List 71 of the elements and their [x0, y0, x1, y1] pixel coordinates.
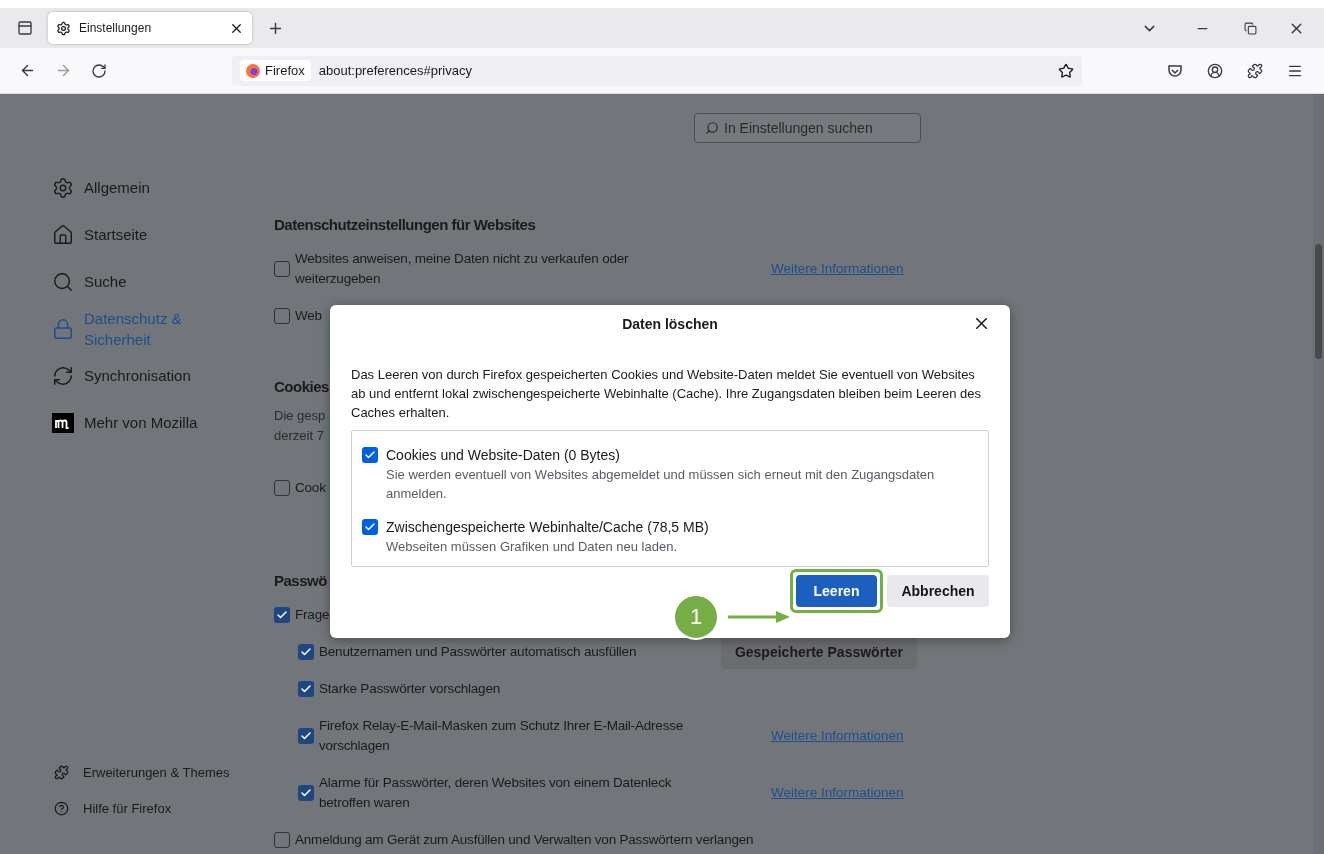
fox-logo-icon: [246, 63, 260, 78]
option-detail: Webseiten müssen Grafiken und Daten neu laden.: [386, 538, 678, 556]
option-label: Cookies und Website-Daten (0 Bytes): [386, 446, 621, 465]
checkbox-label: Alarme für Passwörter, deren Websites von einem Datenleck betroffen waren: [319, 775, 672, 810]
lock-icon: [52, 317, 74, 340]
sidebar-item[interactable]: Synchronisation: [24, 352, 250, 399]
gear-icon: [56, 20, 71, 36]
scrollbar[interactable]: [1313, 94, 1324, 854]
identity-badge[interactable]: Firefox: [240, 60, 311, 81]
checkbox[interactable]: [274, 607, 290, 623]
check-icon: [364, 521, 376, 533]
m-logo-icon: [52, 412, 74, 433]
checkbox[interactable]: [274, 832, 290, 848]
checkbox[interactable]: [274, 308, 290, 324]
checkbox-label: Anmeldung am Gerät zum Ausfüllen und Verwalten von Passwörtern verlangen: [295, 832, 754, 847]
sidebar-link[interactable]: Hilfe für Firefox: [24, 790, 250, 826]
checkbox-label: Firefox Relay-E-Mail-Masken zum Schutz Ihrer E-Mail-Adresse vorschlagen: [319, 718, 684, 753]
section-description: Die gesp derzeit 7: [274, 407, 326, 445]
gear-icon: [52, 176, 74, 199]
check-icon: [300, 787, 312, 799]
check-icon: [276, 609, 288, 621]
checkbox-label: Websites anweisen, meine Daten nicht zu verkaufen oder weiterzugeben: [295, 251, 629, 286]
arrow: [728, 611, 790, 623]
check-icon: [364, 449, 376, 461]
section-heading: Cookies: [274, 377, 329, 397]
section-heading: Datenschutzeinstellungen für Websites: [274, 215, 536, 235]
check-icon: [300, 646, 312, 658]
sidebar-item[interactable]: Startseite: [24, 211, 250, 258]
checkbox-label: Cook: [295, 480, 326, 495]
url-text: about:preferences#privacy: [318, 63, 473, 78]
help-icon: [54, 800, 69, 816]
pocket-icon[interactable]: [1167, 62, 1183, 79]
checkbox[interactable]: [298, 728, 314, 744]
checkbox[interactable]: [298, 681, 314, 697]
checkbox-label: Web: [295, 308, 322, 323]
sidebar-item[interactable]: Suche: [24, 258, 250, 305]
sync-icon: [52, 364, 74, 387]
section-heading: Passwö: [274, 571, 327, 591]
checkbox[interactable]: [298, 785, 314, 801]
checkbox[interactable]: [362, 447, 378, 463]
dialog-title: Daten löschen: [622, 316, 718, 332]
house-icon: [52, 223, 74, 246]
checkbox-label: Benutzernamen und Passwörter automatisch ausfüllen: [319, 644, 637, 659]
sidebar-item[interactable]: Mehr von Mozilla: [24, 399, 250, 446]
dialog-description: Das Leeren von durch Firefox gespeicherten Cookies und Website-Daten meldet Sie eventuell von Websites ab und entfernt lokal zwischengespeicherte Webinhalte (Cache). Ihre Zugangsdaten bleiben beim Leeren des Caches erhalten.: [351, 366, 982, 422]
checkbox[interactable]: [274, 480, 290, 496]
search-field[interactable]: In Einstellungen suchen: [694, 113, 921, 143]
cancel-button[interactable]: Abbrechen: [887, 575, 989, 607]
puzzle-icon: [54, 764, 69, 780]
checkbox[interactable]: [362, 519, 378, 535]
sidebar-link[interactable]: Erweiterungen & Themes: [24, 754, 250, 790]
option-label: Zwischengespeicherte Webinhalte/Cache (78,5 MB): [386, 518, 709, 537]
check-icon: [300, 683, 312, 695]
option-detail: Sie werden eventuell von Websites abgemeldet und müssen sich erneut mit den Zugangsdaten anmelden.: [386, 466, 936, 503]
check-icon: [300, 730, 312, 742]
search-icon: [705, 121, 719, 135]
checkbox[interactable]: [298, 644, 314, 660]
reload-icon[interactable]: [91, 62, 107, 79]
account-icon[interactable]: [1207, 62, 1223, 79]
search-icon: [52, 270, 74, 293]
checkbox-label: Frage: [295, 607, 330, 622]
restore-icon[interactable]: [1243, 21, 1257, 35]
checkbox[interactable]: [274, 261, 290, 277]
checkbox-label: Starke Passwörter vorschlagen: [319, 681, 501, 696]
puzzle-icon[interactable]: [1247, 62, 1263, 79]
tab-view-icon[interactable]: [17, 20, 33, 36]
browser-tab[interactable]: Einstellungen: [48, 12, 252, 44]
address-bar[interactable]: Firefox about:preferences#privacy: [232, 55, 1082, 86]
star-icon[interactable]: [1058, 62, 1074, 79]
sidebar-item[interactable]: Allgemein: [24, 164, 250, 211]
clear-button[interactable]: Leeren: [796, 575, 877, 607]
